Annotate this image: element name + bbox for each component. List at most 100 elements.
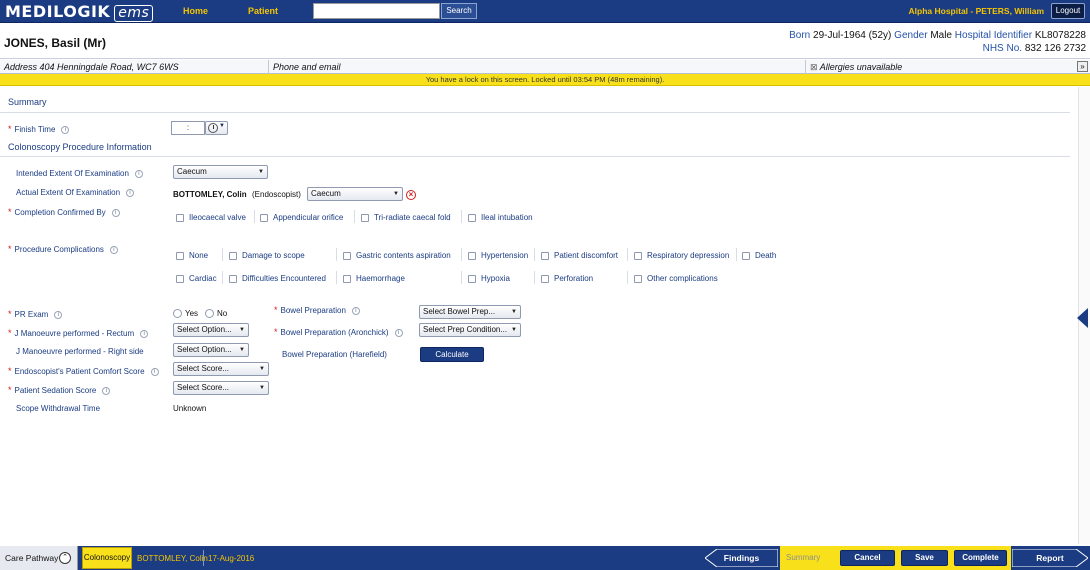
harefield-label: Bowel Preparation (Harefield): [282, 350, 387, 359]
checkbox-patient-discomfort[interactable]: Patient discomfort: [541, 251, 618, 260]
collapse-panel-arrow-icon[interactable]: [1077, 308, 1088, 328]
nhs-label: NHS No.: [982, 43, 1023, 54]
checkbox-cardiac[interactable]: Cardiac: [176, 274, 217, 283]
address-text: Address 404 Henningdale Road, WC7 6WS: [4, 62, 179, 72]
option-divider: [222, 271, 223, 284]
no-allergy-icon: ⊠: [810, 62, 818, 72]
remove-icon[interactable]: ×: [406, 190, 416, 200]
checkbox-respiratory-depression[interactable]: Respiratory depression: [634, 251, 729, 260]
checkbox-gastric-contents-aspiration[interactable]: Gastric contents aspiration: [343, 251, 451, 260]
info-icon[interactable]: i: [102, 386, 111, 395]
patient-demographics: Born 29-Jul-1964 (52y) Gender Male Hospi…: [789, 29, 1086, 55]
option-divider: [222, 248, 223, 261]
checkbox-difficulties-encountered[interactable]: Difficulties Encountered: [229, 274, 326, 283]
info-icon[interactable]: i: [394, 328, 403, 337]
tab-colonoscopy[interactable]: Colonoscopy: [82, 547, 132, 569]
bottom-date: 17-Aug-2016: [208, 554, 255, 563]
checkbox-ileocaecal-valve[interactable]: Ileocaecal valve: [176, 213, 246, 222]
intended-extent-select[interactable]: Caecum ▼: [173, 165, 268, 179]
aronchick-label: * Bowel Preparation (Aronchick) i: [274, 327, 403, 337]
top-navigation-bar: MEDILOGIK ems Home Patient Search Alpha H…: [0, 0, 1090, 23]
comfort-score-select[interactable]: Select Score... ▼: [173, 362, 269, 376]
procedure-info-heading: Colonoscopy Procedure Information: [8, 142, 152, 152]
radio-pr-no[interactable]: No: [205, 309, 227, 319]
checkbox-ileal-intubation[interactable]: Ileal intubation: [468, 213, 533, 222]
sedation-score-label: * Patient Sedation Score i: [8, 385, 111, 395]
dropdown-caret-icon: ▼: [393, 191, 399, 197]
scope-withdrawal-label: Scope Withdrawal Time: [16, 404, 101, 413]
intended-extent-label: Intended Extent Of Examination i: [16, 169, 143, 178]
info-icon[interactable]: i: [54, 310, 63, 319]
nav-patient[interactable]: Patient: [248, 6, 278, 16]
option-divider: [461, 271, 462, 284]
clock-icon: [208, 123, 218, 133]
born-value: 29-Jul-1964 (52y): [813, 30, 892, 41]
calculate-button[interactable]: Calculate: [420, 347, 484, 362]
procedure-complications-label: * Procedure Complications i: [8, 244, 118, 254]
sedation-score-select[interactable]: Select Score... ▼: [173, 381, 269, 395]
chevron-up-icon: ⌃: [59, 552, 71, 564]
checkbox-haemorrhage[interactable]: Haemorrhage: [343, 274, 405, 283]
checkbox-hypoxia[interactable]: Hypoxia: [468, 274, 510, 283]
clock-picker-button[interactable]: ▼: [205, 121, 228, 135]
gender-value: Male: [930, 30, 952, 41]
info-icon[interactable]: i: [111, 208, 120, 217]
checkbox-none[interactable]: None: [176, 251, 208, 260]
actual-extent-select[interactable]: Caecum ▼: [307, 187, 403, 201]
report-label: Report: [1036, 553, 1064, 563]
logout-button[interactable]: Logout: [1051, 3, 1085, 19]
info-icon[interactable]: i: [61, 125, 70, 134]
info-icon[interactable]: i: [150, 367, 159, 376]
search-input[interactable]: [313, 3, 440, 19]
divider: [805, 60, 806, 74]
checkbox-other-complications[interactable]: Other complications: [634, 274, 718, 283]
info-icon[interactable]: i: [126, 188, 135, 197]
info-icon[interactable]: i: [134, 169, 143, 178]
summary-heading: Summary: [8, 97, 47, 107]
findings-button[interactable]: Findings: [705, 549, 778, 567]
care-pathway-button[interactable]: Care Pathway ⌃: [0, 546, 78, 570]
complete-button[interactable]: Complete: [954, 550, 1007, 566]
phone-email-text: Phone and email: [273, 62, 341, 72]
save-button[interactable]: Save: [901, 550, 948, 566]
aronchick-select[interactable]: Select Prep Condition... ▼: [419, 323, 521, 337]
logo-text: MEDILOGIK: [5, 2, 111, 21]
pr-exam-label: * PR Exam i: [8, 309, 63, 319]
born-label: Born: [789, 30, 811, 41]
address-bar: Address 404 Henningdale Road, WC7 6WS Ph…: [0, 60, 1090, 74]
nav-home[interactable]: Home: [183, 6, 208, 16]
dropdown-caret-icon: ▼: [511, 309, 517, 315]
j-manoeuvre-right-select[interactable]: Select Option... ▼: [173, 343, 249, 357]
checkbox-hypertension[interactable]: Hypertension: [468, 251, 528, 260]
dropdown-caret-icon: ▼: [259, 366, 265, 372]
cancel-button[interactable]: Cancel: [840, 550, 895, 566]
findings-label: Findings: [723, 553, 760, 563]
info-icon[interactable]: i: [351, 306, 360, 315]
actual-extent-label: Actual Extent Of Examination i: [16, 188, 135, 197]
care-pathway-label: Care Pathway: [5, 553, 59, 563]
option-divider: [534, 248, 535, 261]
completion-confirmed-label: * Completion Confirmed By i: [8, 207, 120, 217]
info-icon[interactable]: i: [140, 329, 149, 338]
finish-time-input[interactable]: :: [171, 121, 205, 135]
checkbox-appendicular-orifice[interactable]: Appendicular orifice: [260, 213, 343, 222]
checkbox-death[interactable]: Death: [742, 251, 776, 260]
j-manoeuvre-rectum-select[interactable]: Select Option... ▼: [173, 323, 249, 337]
scope-withdrawal-value: Unknown: [173, 404, 207, 413]
search-button[interactable]: Search: [441, 3, 477, 19]
info-icon[interactable]: i: [109, 245, 118, 254]
procedure-form: Summary * Finish Time i : ▼ Colonoscopy Pr…: [0, 87, 1078, 544]
radio-pr-yes[interactable]: Yes: [173, 309, 198, 319]
checkbox-triradiate-caecal-fold[interactable]: Tri-radiate caecal fold: [361, 213, 451, 222]
report-button[interactable]: Report: [1012, 549, 1088, 567]
dropdown-caret-icon: ▼: [258, 169, 264, 175]
checkbox-damage-to-scope[interactable]: Damage to scope: [229, 251, 305, 260]
comfort-score-label: * Endoscopist's Patient Comfort Score i: [8, 366, 159, 376]
expand-chevron-icon[interactable]: »: [1077, 61, 1088, 72]
option-divider: [627, 248, 628, 261]
checkbox-perforation[interactable]: Perforation: [541, 274, 593, 283]
allergies-text: Allergies unavailable: [819, 62, 903, 72]
hospital-id-value: KL8078228: [1034, 30, 1086, 41]
bowel-prep-select[interactable]: Select Bowel Prep... ▼: [419, 305, 521, 319]
dropdown-caret-icon: ▼: [239, 327, 245, 333]
